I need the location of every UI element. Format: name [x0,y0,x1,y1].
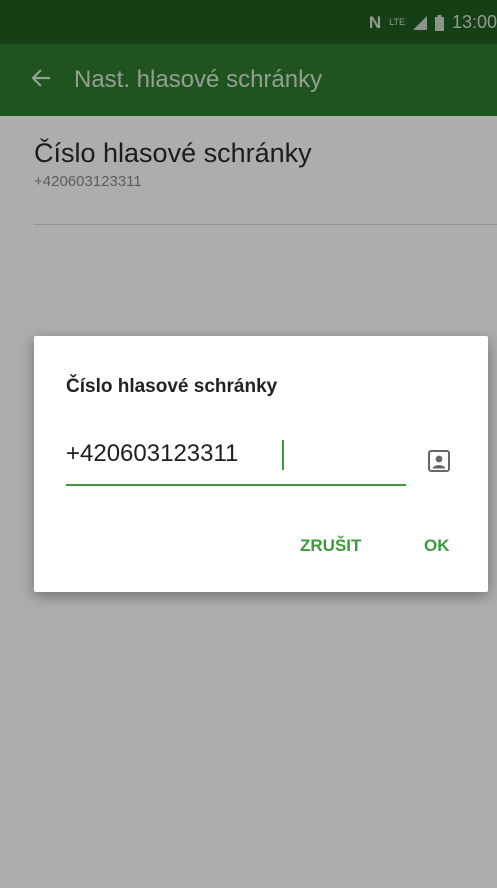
number-input-field[interactable] [66,436,406,486]
cancel-button[interactable]: ZRUŠIT [296,530,365,562]
contact-picker-button[interactable] [422,446,456,480]
contact-card-icon [427,449,451,478]
text-caret [282,440,284,470]
dialog-title: Číslo hlasové schránky [66,376,278,397]
screen: N LTE 13:00 Nast. hlasové schránky Číslo… [0,0,497,888]
voicemail-number-dialog: Číslo hlasové schránky ZRUŠIT OK [34,336,488,592]
voicemail-number-input[interactable] [66,440,406,468]
ok-button[interactable]: OK [420,530,454,562]
